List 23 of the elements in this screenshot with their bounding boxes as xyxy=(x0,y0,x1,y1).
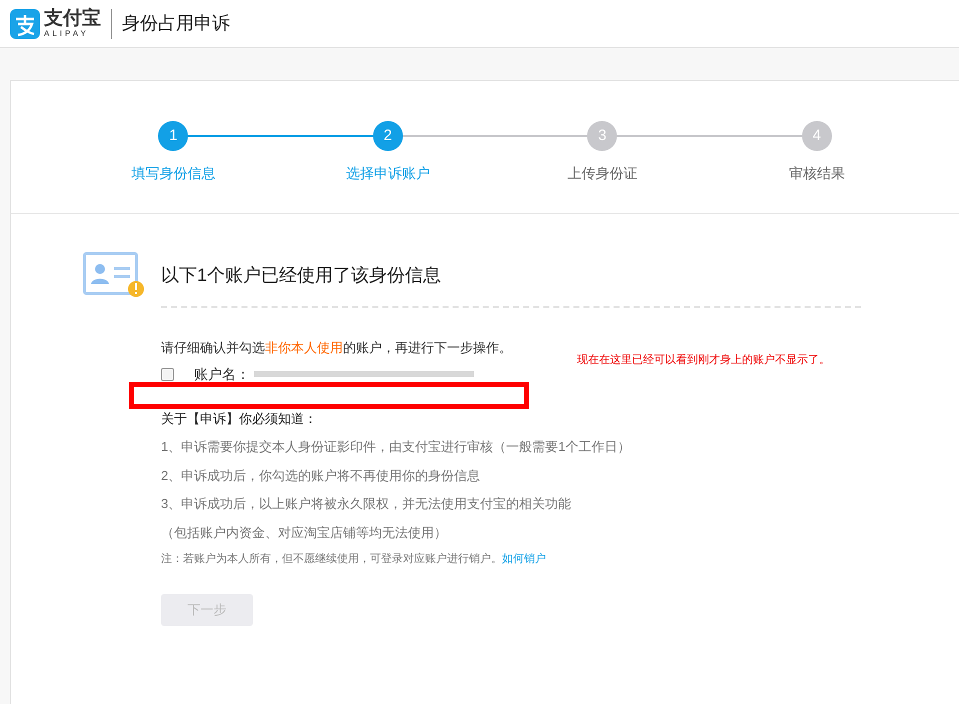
alipay-logo-icon xyxy=(10,8,40,38)
account-closure-link[interactable]: 如何销户 xyxy=(502,553,546,565)
section-heading: 以下1个账户已经使用了该身份信息 xyxy=(161,264,442,286)
notice-item: 3、申诉成功后，以上账户将被永久限权，并无法使用支付宝的相关功能 xyxy=(161,495,572,513)
account-checkbox[interactable] xyxy=(161,368,174,380)
id-card-warning-icon xyxy=(83,252,145,298)
step-label: 上传身份证 xyxy=(567,164,638,183)
notice-item: 1、申诉需要你提交本人身份证影印件，由支付宝进行审核（一般需要1个工作日） xyxy=(161,438,630,456)
notice-title: 关于【申诉】你必须知道： xyxy=(161,410,318,428)
page-title: 身份占用申诉 xyxy=(122,12,230,35)
notice-item: （包括账户内资金、对应淘宝店铺等均无法使用） xyxy=(161,524,447,542)
logo-text: 支付宝 xyxy=(44,9,101,28)
step-label: 填写身份信息 xyxy=(131,164,216,183)
annotation-text: 现在在这里已经可以看到刚才身上的账户不显示了。 xyxy=(577,352,830,368)
account-label: 账户名： xyxy=(194,364,250,384)
step-number: 1 xyxy=(158,121,188,151)
logo-subtext: ALIPAY xyxy=(44,30,90,38)
note-text: 注：若账户为本人所有，但不愿继续使用，可登录对应账户进行销户。 xyxy=(161,553,502,565)
step-number: 2 xyxy=(372,121,403,151)
step-label: 审核结果 xyxy=(788,164,845,183)
step-label: 选择申诉账户 xyxy=(346,164,430,183)
notice-item: 2、申诉成功后，你勾选的账户将不再使用你的身份信息 xyxy=(161,466,480,484)
instruction-text: 请仔细确认并勾选非你本人使用的账户，再进行下一步操作。 xyxy=(161,339,512,357)
